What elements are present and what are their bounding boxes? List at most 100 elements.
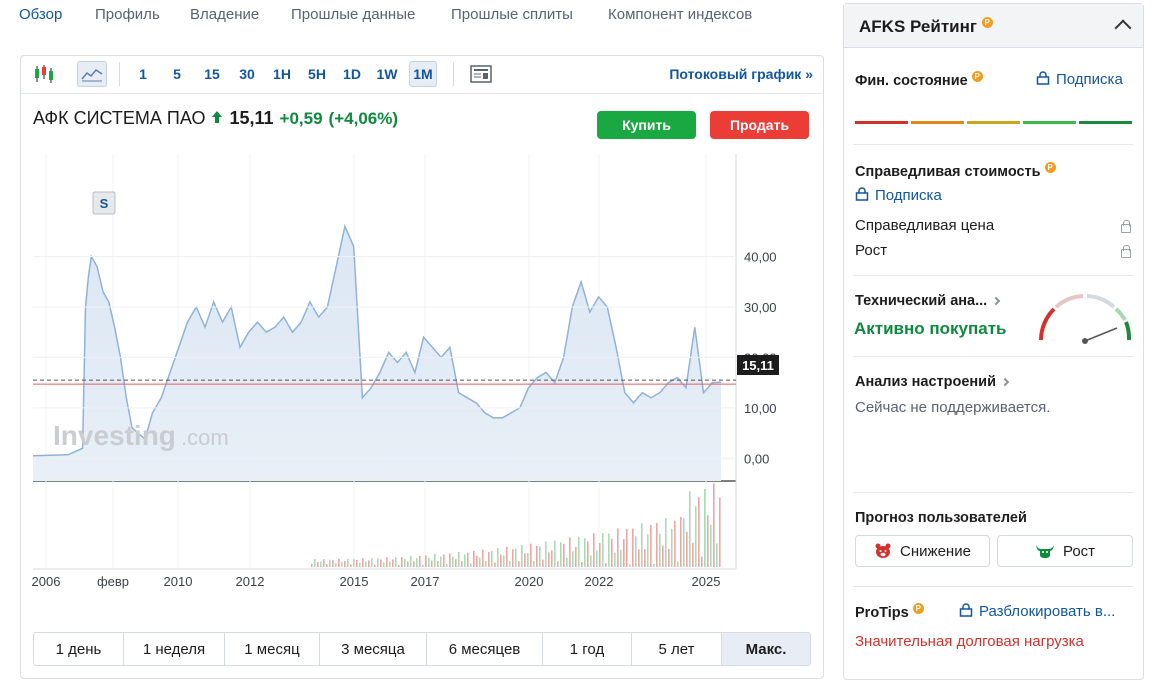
collapse-chevron-icon[interactable] [1114, 19, 1132, 37]
nav-profile[interactable]: Профиль [95, 6, 160, 23]
volume-bar [539, 546, 541, 567]
x-tick-label: 2015 [340, 574, 369, 589]
volume-bar [707, 515, 709, 567]
chevron-right-icon [1000, 377, 1010, 387]
volume-bar [404, 558, 406, 567]
interval-1w[interactable]: 1W [374, 61, 400, 87]
volume-bar [611, 538, 613, 567]
interval-5[interactable]: 5 [167, 61, 187, 87]
volume-bar [476, 555, 478, 567]
volume-bar [719, 497, 721, 567]
nav-index-components[interactable]: Компонент индексов [608, 6, 752, 23]
interval-30[interactable]: 30 [235, 61, 259, 87]
nav-overview[interactable]: Обзор [19, 6, 62, 23]
volume-bar [713, 483, 715, 567]
range-max[interactable]: Макс. [722, 633, 810, 665]
volume-bar [623, 538, 625, 567]
health-bar-4 [1023, 121, 1076, 124]
volume-bar [332, 560, 334, 567]
vote-bearish-button[interactable]: Снижение [855, 535, 990, 567]
volume-bar [329, 559, 331, 567]
volume-bar [380, 559, 382, 567]
sell-button[interactable]: Продать [710, 111, 809, 139]
fair-price-label: Справедливая цена [855, 217, 995, 234]
sidebar-header[interactable]: AFKS Рейтинг P [844, 4, 1143, 48]
fair-value-subscribe-link[interactable]: Подписка [855, 187, 942, 204]
vote-bullish-button[interactable]: Рост [997, 535, 1133, 567]
chart-toolbar: 1 5 15 30 1H 5H 1D 1W 1M Потоковый графи… [21, 56, 823, 94]
range-3m[interactable]: 3 месяца [320, 633, 427, 665]
volume-bar [389, 561, 391, 567]
range-1d[interactable]: 1 день [34, 633, 124, 665]
volume-bar [491, 550, 493, 567]
volume-bar [368, 560, 370, 567]
area-chart-icon[interactable] [77, 61, 107, 87]
volume-bar [536, 545, 538, 567]
lock-icon [959, 603, 973, 617]
toolbar-divider [119, 62, 120, 86]
volume-bar [488, 552, 490, 567]
volume-bar [428, 557, 430, 567]
volume-bar [695, 506, 697, 567]
y-tick-label: 0,00 [744, 451, 769, 466]
range-1w[interactable]: 1 неделя [124, 633, 225, 665]
interval-1d[interactable]: 1D [340, 61, 364, 87]
range-6m[interactable]: 6 месяцев [427, 633, 543, 665]
volume-bar [629, 564, 631, 567]
volume-bar [392, 559, 394, 567]
volume-bar [443, 554, 445, 567]
volume-bar [467, 552, 469, 567]
fin-health-title: Фин. состояние P [855, 71, 983, 89]
sentiment-analysis-link[interactable]: Анализ настроений [855, 374, 1010, 390]
y-tick-label: 30,00 [744, 300, 777, 315]
health-bar-3 [967, 121, 1020, 124]
technical-gauge-icon [1039, 294, 1132, 344]
range-5y[interactable]: 5 лет [632, 633, 722, 665]
range-1y[interactable]: 1 год [543, 633, 632, 665]
nav-ownership[interactable]: Владение [190, 6, 259, 23]
volume-bar [551, 550, 553, 567]
volume-bar [350, 564, 352, 567]
volume-bar [560, 542, 562, 567]
price-chart[interactable]: Investing .com 0,0010,0020,0030,0040,00 … [21, 144, 823, 594]
nav-splits[interactable]: Прошлые сплиты [451, 6, 573, 23]
volume-bar [686, 531, 688, 567]
stock-header: АФК СИСТЕМА ПАО 15,11 +0,59 (+4,06%) [33, 108, 398, 129]
volume-bar [470, 563, 472, 567]
volume-bar [653, 563, 655, 567]
protips-unlock-link[interactable]: Разблокировать в... [959, 603, 1115, 620]
range-1m[interactable]: 1 месяц [225, 633, 320, 665]
volume-bar [533, 561, 535, 567]
fin-health-subscribe-link[interactable]: Подписка [1036, 71, 1123, 88]
interval-1m[interactable]: 1M [409, 61, 437, 87]
health-bar-5 [1079, 121, 1132, 124]
volume-bar [482, 549, 484, 567]
lock-icon [1121, 220, 1131, 233]
volume-bar [641, 523, 643, 567]
technical-analysis-link[interactable]: Технический ана... [855, 293, 1001, 309]
interval-1[interactable]: 1 [133, 61, 153, 87]
news-overlay-icon[interactable] [467, 61, 495, 87]
interval-1h[interactable]: 1H [270, 61, 294, 87]
volume-bar [377, 558, 379, 567]
divider [853, 144, 1133, 145]
volume-bar [638, 549, 640, 567]
volume-bar [341, 561, 343, 567]
buy-button[interactable]: Купить [597, 111, 696, 139]
split-marker[interactable]: S [92, 191, 116, 215]
growth-label: Рост [855, 242, 888, 259]
volume-bar [452, 556, 454, 567]
volume-bar [446, 564, 448, 567]
volume-bar [548, 552, 550, 567]
protip-debt-warning[interactable]: Значительная долговая нагрузка [855, 633, 1084, 650]
streaming-chart-link[interactable]: Потоковый график » [669, 66, 813, 82]
volume-bar [518, 561, 520, 567]
nav-historical-data[interactable]: Прошлые данные [291, 6, 415, 23]
volume-bar [365, 561, 367, 567]
volume-bar [506, 546, 508, 567]
candlestick-icon[interactable] [29, 61, 59, 87]
interval-5h[interactable]: 5H [305, 61, 329, 87]
volume-bars [311, 483, 721, 567]
interval-15[interactable]: 15 [201, 61, 223, 87]
x-tick-label: 2010 [164, 574, 193, 589]
